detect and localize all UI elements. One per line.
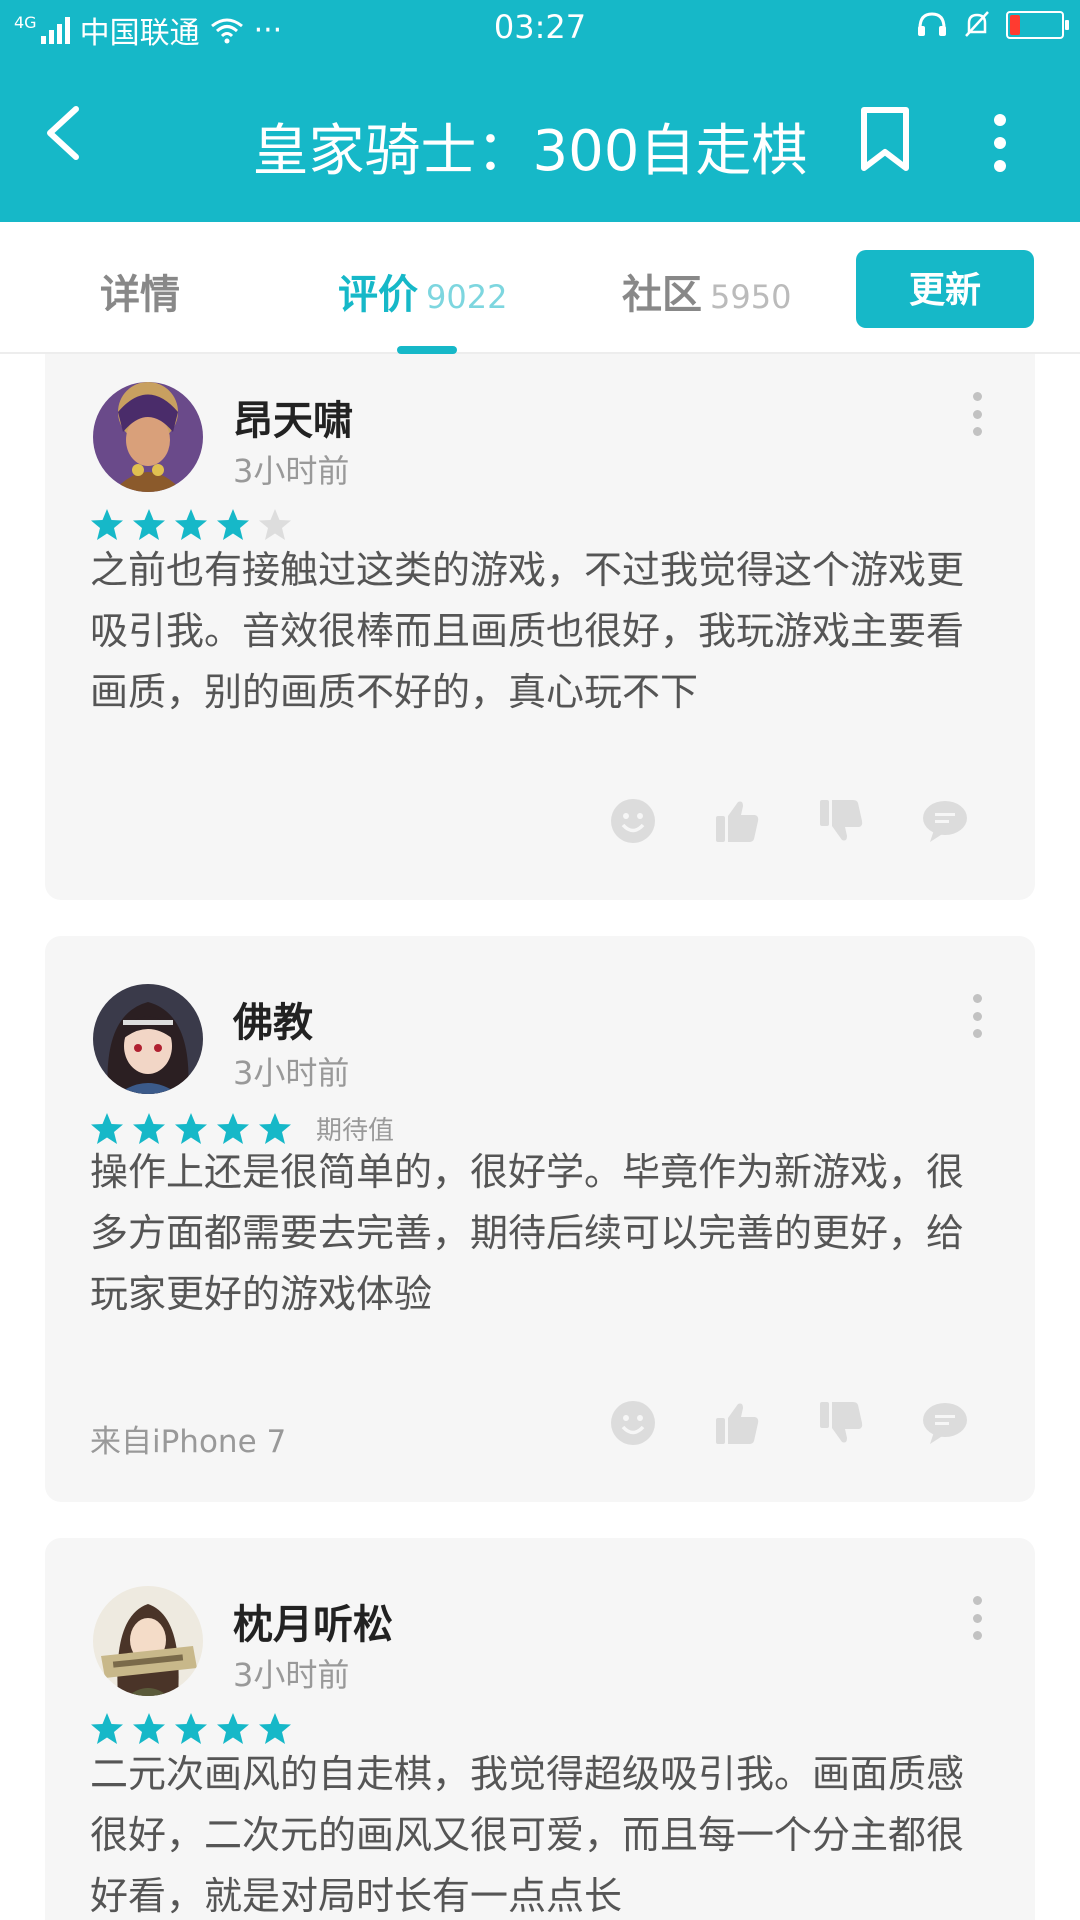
tab-community-count: 5950 [710,278,792,316]
reviewer-name[interactable]: 昂天啸 [233,388,353,446]
star-filled-icon [217,1713,249,1744]
thumbs-down-icon[interactable] [818,798,864,844]
reviewer-name[interactable]: 枕月听松 [233,1592,393,1650]
comment-icon[interactable] [922,798,968,844]
star-filled-icon [91,1713,123,1744]
review-text[interactable]: 二元次画风的自走棋，我觉得超级吸引我。画面质感很好，二次元的画风又很可爱，而且每… [90,1744,990,1920]
review-time: 3小时前 [233,452,350,490]
smiley-icon[interactable] [610,1400,656,1446]
review-actions [610,798,968,844]
mute-bell-icon [965,11,989,37]
status-right [916,10,1069,40]
review-device: 来自iPhone 7 [90,1424,287,1460]
reviewer-name[interactable]: 佛教 [233,990,313,1048]
tab-bar: 详情 评价 9022 社区 5950 更新 [0,222,1080,354]
star-filled-icon [133,1112,165,1144]
review-text[interactable]: 操作上还是很简单的，很好学。毕竟作为新游戏，很多方面都需要去完善，期待后续可以完… [90,1142,990,1325]
star-filled-icon [91,1112,123,1144]
status-bar: 4G 中国联通 ··· 03:27 [0,0,1080,58]
headset-icon [918,12,946,36]
star-filled-icon [259,1713,291,1744]
star-empty-icon [259,509,291,540]
app-header: 皇家骑士：300自走棋 [0,58,1080,222]
tab-community-label: 社区 [622,272,702,318]
comment-icon[interactable] [922,1400,968,1446]
tab-reviews[interactable]: 评价 9022 [338,262,507,320]
review-card: 佛教 3小时前 期待值 操作上还是很简单的，很好学。毕竟作为新游戏，很多方面都需… [45,936,1035,1502]
star-filled-icon [259,1112,291,1144]
battery-icon [1006,11,1069,39]
review-card: 昂天啸 3小时前 之前也有接触过这类的游戏，不过我觉得这个游戏更吸引我。音效很棒… [45,354,1035,900]
review-actions [610,1400,968,1446]
avatar[interactable] [93,382,203,492]
review-list[interactable]: 昂天啸 3小时前 之前也有接触过这类的游戏，不过我觉得这个游戏更吸引我。音效很棒… [0,354,1080,1920]
review-more-icon[interactable] [967,994,987,1038]
tab-reviews-label: 评价 [338,272,418,318]
tab-reviews-count: 9022 [426,278,508,316]
review-more-icon[interactable] [967,1596,987,1640]
thumbs-up-icon[interactable] [714,798,760,844]
thumbs-up-icon[interactable] [714,1400,760,1446]
star-filled-icon [91,509,123,540]
update-button[interactable]: 更新 [856,250,1034,328]
review-more-icon[interactable] [967,392,987,436]
review-text[interactable]: 之前也有接触过这类的游戏，不过我觉得这个游戏更吸引我。音效很棒而且画质也很好，我… [90,540,990,723]
star-filled-icon [217,1112,249,1144]
active-tab-indicator [397,346,457,354]
star-filled-icon [175,1713,207,1744]
review-card: 枕月听松 3小时前 二元次画风的自走棋，我觉得超级吸引我。画面质感很好，二次元的… [45,1538,1035,1920]
star-filled-icon [175,1112,207,1144]
thumbs-down-icon[interactable] [818,1400,864,1446]
avatar[interactable] [93,984,203,1094]
page-title: 皇家骑士：300自走棋 [252,119,808,184]
star-filled-icon [217,509,249,540]
tab-community[interactable]: 社区 5950 [622,262,791,320]
star-rating [90,1712,292,1746]
tab-details-label: 详情 [100,272,180,318]
star-filled-icon [133,509,165,540]
review-time: 3小时前 [233,1656,350,1694]
bookmark-icon[interactable] [858,106,912,172]
smiley-icon[interactable] [610,798,656,844]
review-time: 3小时前 [233,1054,350,1092]
back-arrow-icon[interactable] [38,103,88,163]
star-filled-icon [133,1713,165,1744]
tab-details[interactable]: 详情 [100,262,180,320]
more-vert-icon[interactable] [980,110,1020,176]
avatar[interactable] [93,1586,203,1696]
star-rating [90,508,292,542]
star-filled-icon [175,509,207,540]
